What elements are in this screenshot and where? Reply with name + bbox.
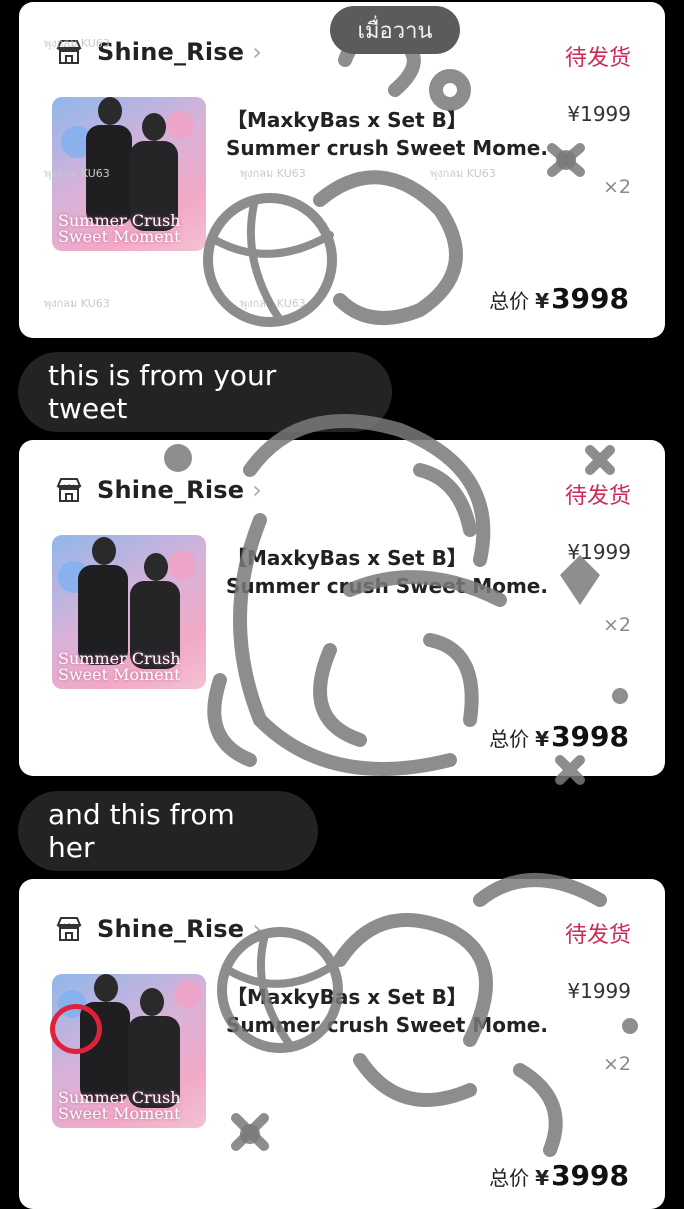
unit-price: ¥1999 — [567, 979, 631, 1003]
product-title-line1: 【MaxkyBas x Set B】 — [227, 985, 467, 1009]
store-icon — [56, 478, 82, 502]
product-title-line2: Summer crush Sweet Mome... — [226, 574, 546, 598]
shop-name: Shine_Rise — [97, 38, 245, 66]
total-value: 3998 — [551, 720, 629, 753]
quantity: ×2 — [602, 176, 631, 198]
chat-message: this is from your tweet — [18, 352, 392, 432]
order-total: 总价 ¥ 3998 — [489, 282, 629, 315]
chat-message: and this from her — [18, 791, 318, 871]
shop-link[interactable]: Shine_Rise › — [55, 476, 262, 504]
order-total: 总价 ¥ 3998 — [489, 1159, 629, 1192]
watermark: พุงกลม KU63 — [240, 297, 306, 310]
total-value: 3998 — [551, 1159, 629, 1192]
highlight-circle — [50, 1004, 102, 1054]
watermark: พุงกลม KU63 — [44, 297, 110, 310]
order-status: 待发货 — [564, 923, 631, 948]
total-value: 3998 — [551, 282, 629, 315]
unit-price: ¥1999 — [567, 540, 631, 564]
total-label: 总价 — [489, 289, 530, 313]
watermark: พุงกลม KU63 — [44, 37, 110, 50]
store-icon — [56, 917, 82, 941]
order-status: 待发货 — [564, 484, 631, 509]
order-card[interactable]: Shine_Rise › 待发货 Summer Crush Sweet Mome… — [19, 440, 665, 776]
watermark: พุงกลม KU63 — [44, 167, 110, 180]
shop-link[interactable]: Shine_Rise › — [55, 915, 262, 943]
total-currency: ¥ — [535, 289, 550, 313]
product-thumbnail[interactable]: Summer Crush Sweet Moment — [52, 535, 206, 689]
date-pill: เมื่อวาน — [330, 6, 460, 54]
thumbnail-caption: Summer Crush Sweet Moment — [58, 211, 181, 246]
shop-name: Shine_Rise — [97, 915, 245, 943]
watermark: พุงกลม KU63 — [430, 167, 496, 180]
total-currency: ¥ — [535, 727, 550, 751]
thumbnail-caption: Summer Crush Sweet Moment — [58, 649, 181, 684]
total-label: 总价 — [489, 1166, 530, 1190]
chevron-right-icon: › — [252, 38, 262, 66]
total-label: 总价 — [489, 727, 530, 751]
order-status: 待发货 — [564, 46, 631, 71]
chevron-right-icon: › — [252, 476, 262, 504]
product-title-line2: Summer crush Sweet Mome... — [226, 1013, 546, 1037]
order-card[interactable]: Shine_Rise › 待发货 Summer Crush Sweet Mome… — [19, 2, 665, 338]
quantity: ×2 — [602, 1053, 631, 1075]
shop-name: Shine_Rise — [97, 476, 245, 504]
product-title-line1: 【MaxkyBas x Set B】 — [227, 546, 467, 570]
watermark: พุงกลม KU63 — [240, 167, 306, 180]
product-title-line1: 【MaxkyBas x Set B】 — [227, 108, 467, 132]
product-title-line2: Summer crush Sweet Mome... — [226, 136, 546, 160]
order-card[interactable]: Shine_Rise › 待发货 Summer Crush Sweet Mome… — [19, 879, 665, 1209]
chevron-right-icon: › — [252, 915, 262, 943]
total-currency: ¥ — [535, 1166, 550, 1190]
order-total: 总价 ¥ 3998 — [489, 720, 629, 753]
thumbnail-caption: Summer Crush Sweet Moment — [58, 1088, 181, 1123]
quantity: ×2 — [602, 614, 631, 636]
unit-price: ¥1999 — [567, 102, 631, 126]
